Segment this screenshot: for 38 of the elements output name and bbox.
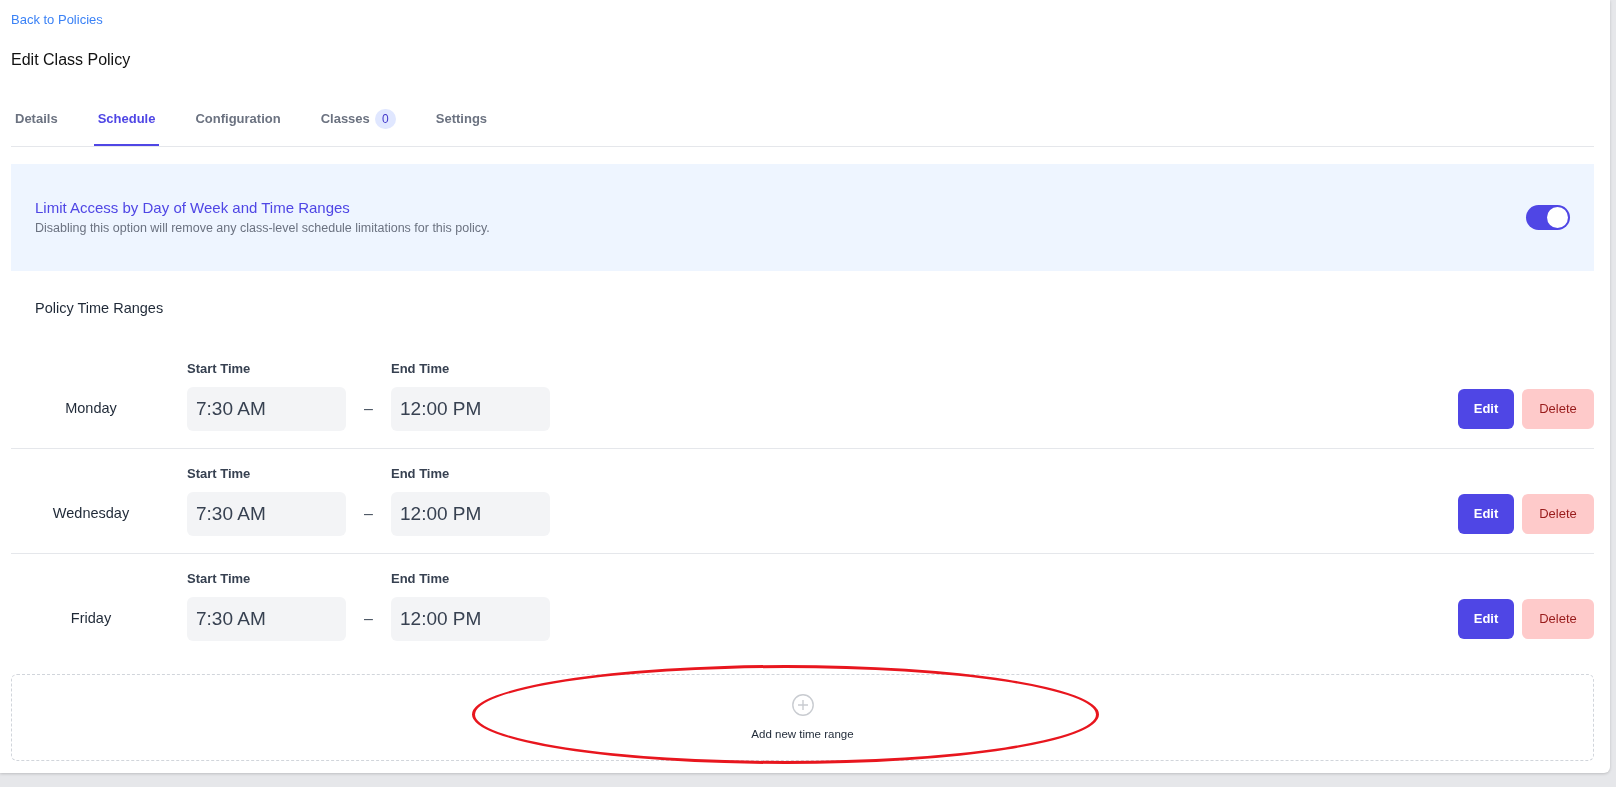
start-time-label: Start Time <box>187 570 251 588</box>
day-label: Wednesday <box>52 504 130 524</box>
range-separator: – <box>364 399 373 419</box>
plus-circle-icon <box>791 693 814 716</box>
start-time-field[interactable]: 7:30 AM <box>187 492 346 536</box>
tab[interactable]: Details <box>11 104 62 146</box>
range-separator: – <box>364 609 373 629</box>
start-time-label: Start Time <box>187 360 251 378</box>
tab[interactable]: Settings <box>431 104 492 146</box>
range-separator: – <box>364 504 373 524</box>
edit-button[interactable]: Edit <box>1458 494 1514 534</box>
end-time-field[interactable]: 12:00 PM <box>391 597 550 641</box>
end-time-label: End Time <box>391 360 450 378</box>
tab[interactable]: Configuration <box>191 104 285 146</box>
edit-button[interactable]: Edit <box>1458 599 1514 639</box>
toggle-switch[interactable] <box>1526 205 1570 230</box>
start-time-label: Start Time <box>187 465 251 483</box>
delete-button[interactable]: Delete <box>1522 389 1594 429</box>
start-time-field[interactable]: 7:30 AM <box>187 387 346 431</box>
back-link[interactable]: Back to Policies <box>11 11 103 29</box>
start-time-field[interactable]: 7:30 AM <box>187 597 346 641</box>
end-time-field[interactable]: 12:00 PM <box>391 387 550 431</box>
delete-button[interactable]: Delete <box>1522 494 1594 534</box>
tab[interactable]: Schedule <box>93 104 160 146</box>
section-title: Policy Time Ranges <box>34 299 165 318</box>
edit-button[interactable]: Edit <box>1458 389 1514 429</box>
end-time-field[interactable]: 12:00 PM <box>391 492 550 536</box>
end-time-label: End Time <box>391 570 450 588</box>
count-badge: 0 <box>374 109 396 129</box>
option-description: Disabling this option will remove any class-level schedule limitations for this policy. <box>35 220 490 237</box>
add-time-range-button[interactable]: Add new time range <box>11 674 1594 761</box>
tab[interactable]: Classes 0 <box>316 104 400 146</box>
day-label: Monday <box>65 399 117 419</box>
end-time-label: End Time <box>391 465 450 483</box>
page-title: Edit Class Policy <box>11 50 132 70</box>
day-label: Friday <box>70 609 112 629</box>
delete-button[interactable]: Delete <box>1522 599 1594 639</box>
option-title: Limit Access by Day of Week and Time Ranges <box>35 198 351 218</box>
